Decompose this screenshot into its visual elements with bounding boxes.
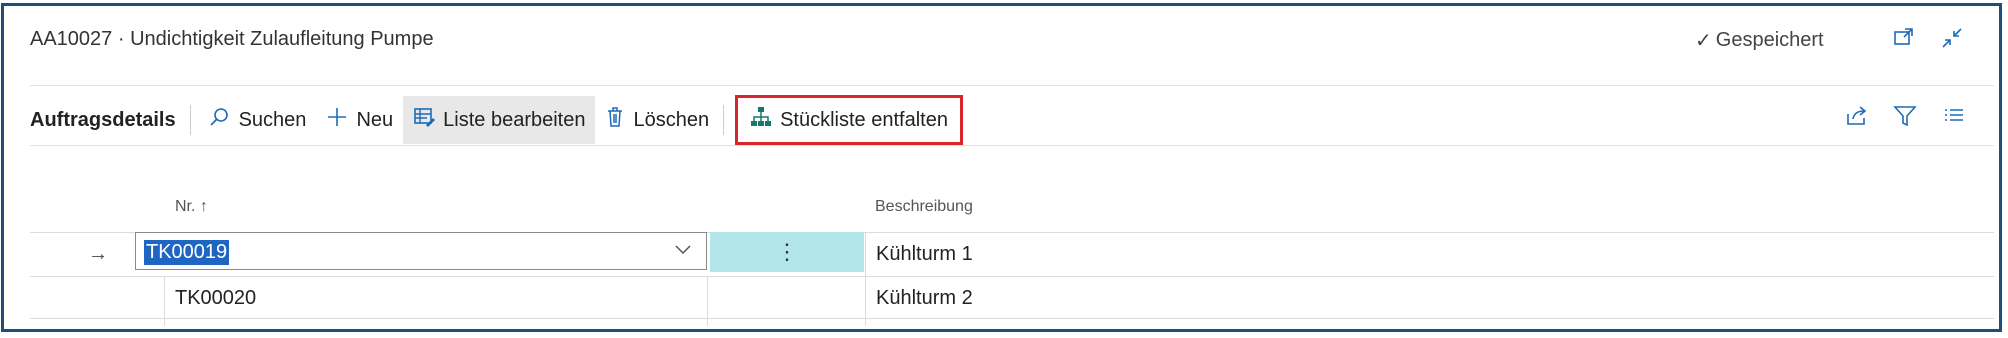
collapse-icon[interactable] [1940, 26, 1964, 56]
explode-bom-label: Stückliste entfalten [780, 108, 948, 131]
check-icon: ✓ [1695, 30, 1712, 52]
filter-icon[interactable] [1893, 104, 1917, 134]
saved-label: Gespeichert [1715, 29, 1824, 51]
delete-button[interactable]: Löschen [595, 96, 719, 144]
description-cell[interactable]: Kühlturm 2 [876, 277, 973, 319]
edit-list-icon [413, 106, 436, 134]
nr-input[interactable]: TK00019 [135, 232, 707, 270]
open-in-new-icon[interactable] [1893, 26, 1915, 54]
edit-list-button[interactable]: Liste bearbeiten [403, 96, 596, 144]
row-arrow-icon: → [88, 242, 108, 265]
share-icon[interactable] [1845, 104, 1869, 134]
explode-bom-button[interactable]: Stückliste entfalten [735, 95, 963, 145]
more-options-icon: ⋮ [776, 239, 798, 264]
table-row[interactable]: TK00020 Kühlturm 2 [30, 276, 1994, 319]
search-label: Suchen [238, 108, 307, 131]
new-label: Neu [356, 108, 394, 131]
column-divider [707, 276, 708, 326]
page-title: AA10027 · Undichtigkeit Zulaufleitung Pu… [30, 28, 434, 50]
new-button[interactable]: Neu [316, 96, 403, 144]
toolbar-title: Auftragsdetails [30, 108, 176, 131]
bom-tree-icon [750, 106, 772, 134]
search-button[interactable]: Suchen [199, 96, 317, 144]
header-divider [30, 85, 1994, 86]
action-toolbar: Auftragsdetails Suchen Neu Liste bearbei… [30, 95, 963, 145]
search-icon [209, 106, 231, 134]
edit-list-label: Liste bearbeiten [443, 108, 586, 131]
table-bottom-border [30, 318, 1994, 319]
column-divider [164, 276, 165, 326]
toolbar-divider [30, 145, 1994, 146]
nr-cell[interactable]: TK00020 [175, 277, 256, 319]
plus-icon [326, 106, 348, 134]
saved-status: ✓ Gespeichert [1695, 28, 1824, 53]
toolbar-separator [189, 105, 191, 135]
list-icon[interactable] [1942, 104, 1966, 134]
row-actions-button[interactable]: ⋮ [710, 232, 864, 272]
description-cell[interactable]: Kühlturm 1 [876, 233, 973, 275]
column-header-nr[interactable]: Nr. ↑ [175, 198, 208, 216]
column-header-description[interactable]: Beschreibung [875, 198, 973, 216]
nr-input-value: TK00019 [144, 240, 230, 265]
toolbar-separator-2 [723, 105, 725, 135]
delete-label: Löschen [633, 108, 710, 131]
chevron-down-icon[interactable] [674, 237, 692, 269]
column-divider [865, 232, 866, 326]
trash-icon [605, 106, 625, 134]
